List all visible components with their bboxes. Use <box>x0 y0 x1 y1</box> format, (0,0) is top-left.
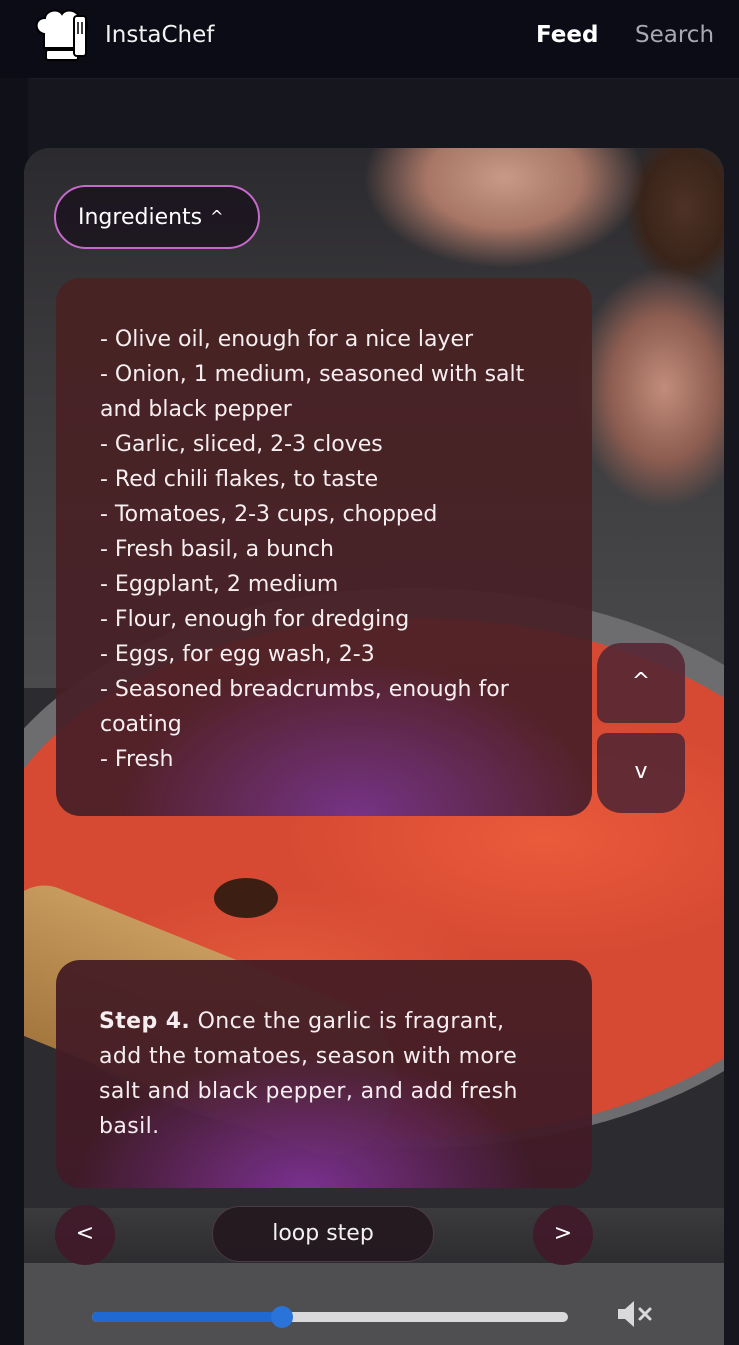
ingredient-item: - Onion, 1 medium, seasoned with salt an… <box>100 362 525 422</box>
ingredient-item: - Red chili flakes, to taste <box>100 467 379 492</box>
previous-step-button[interactable]: < <box>55 1205 115 1265</box>
ingredient-item: - Olive oil, enough for a nice layer <box>100 327 474 352</box>
mute-icon[interactable] <box>614 1297 654 1331</box>
step-panel: Step 4. Once the garlic is fragrant, add… <box>56 960 592 1188</box>
ingredient-item: - Eggplant, 2 medium <box>100 572 339 597</box>
nav-feed-link[interactable]: Feed <box>536 22 598 48</box>
ingredient-item: - Flour, enough for dredging <box>100 607 410 632</box>
ingredient-item: - Fresh basil, a bunch <box>100 537 334 562</box>
top-nav-bar: InstaChef Feed Search <box>0 0 739 79</box>
chevron-up-icon: ^ <box>210 207 224 226</box>
scroll-up-button[interactable]: ^ <box>597 643 685 723</box>
spoon-hole <box>214 878 278 918</box>
ingredient-item: - Seasoned breadcrumbs, enough for coati… <box>100 677 509 737</box>
video-progress-fill <box>92 1312 283 1322</box>
ingredient-item: - Eggs, for egg wash, 2-3 <box>100 642 375 667</box>
ingredients-toggle-button[interactable]: Ingredients ^ <box>54 185 260 249</box>
scroll-down-button[interactable]: v <box>597 733 685 813</box>
ingredients-list: - Olive oil, enough for a nice layer - O… <box>100 322 556 777</box>
chef-hat-logo-icon[interactable] <box>30 8 94 66</box>
step-label: Step 4. <box>99 1009 191 1034</box>
next-step-button[interactable]: > <box>533 1205 593 1265</box>
ingredients-toggle-label: Ingredients <box>78 205 203 230</box>
brand-name: InstaChef <box>105 22 215 48</box>
ingredients-panel: - Olive oil, enough for a nice layer - O… <box>56 278 592 816</box>
ingredient-item: - Garlic, sliced, 2-3 cloves <box>100 432 383 457</box>
ingredient-item: - Fresh <box>100 747 174 772</box>
loop-step-button[interactable]: loop step <box>212 1206 434 1262</box>
nav-search-link[interactable]: Search <box>635 22 714 48</box>
ingredient-item: - Tomatoes, 2-3 cups, chopped <box>100 502 438 527</box>
video-progress-bar[interactable] <box>92 1306 568 1328</box>
